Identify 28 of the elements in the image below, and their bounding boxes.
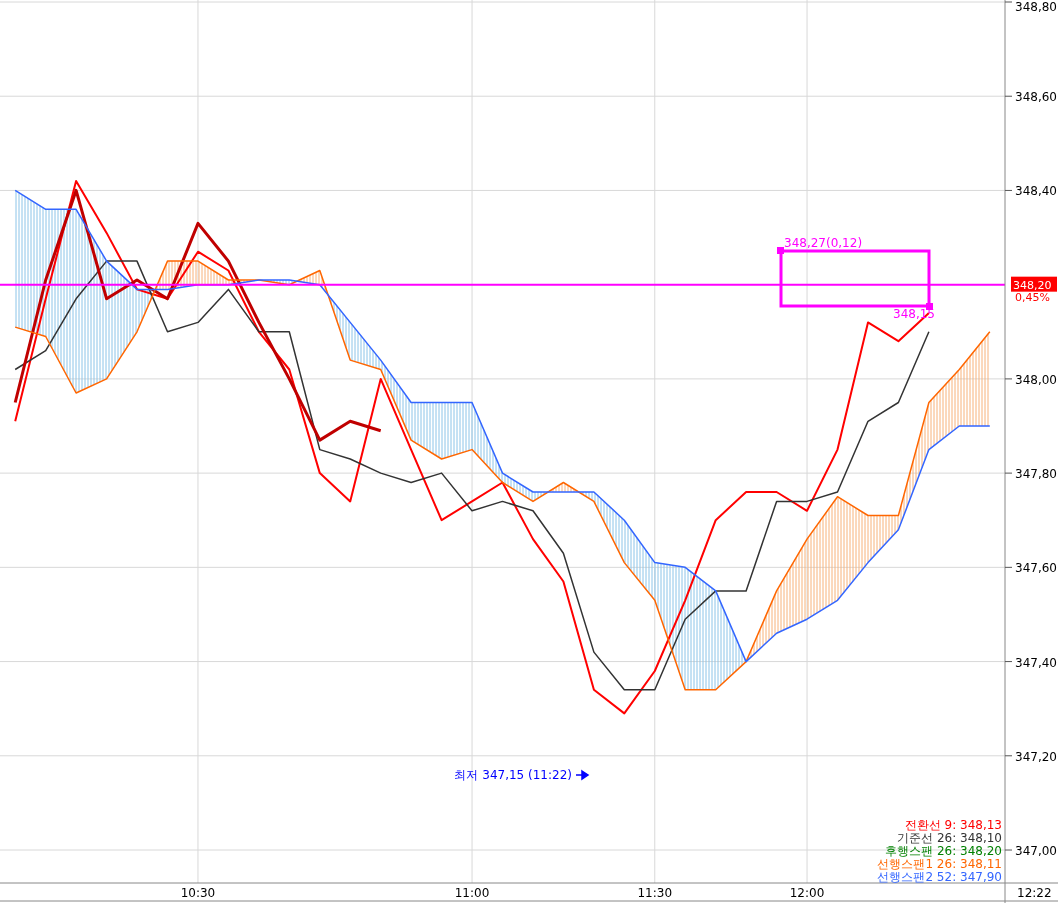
legend-entry: 기준선 26: 348,10 xyxy=(897,831,1002,845)
legend-entry: 선행스팬2 52: 347,90 xyxy=(877,870,1002,884)
y-axis-label: 347,00 xyxy=(1015,844,1057,858)
y-axis-label: 348,40 xyxy=(1015,184,1057,199)
y-axis-label: 347,80 xyxy=(1015,467,1057,482)
legend-entry: 후행스팬 26: 348,20 xyxy=(885,844,1002,858)
box-handle[interactable] xyxy=(926,303,933,310)
x-axis-label: 11:30 xyxy=(637,886,673,900)
range-box[interactable] xyxy=(779,249,931,308)
legend-entry: 선행스팬1 26: 348,11 xyxy=(877,857,1002,871)
range-low-label: 348,15 xyxy=(893,307,935,321)
y-axis-label: 348,60 xyxy=(1015,90,1057,105)
y-axis-label: 348,00 xyxy=(1015,372,1057,387)
arrow-icon xyxy=(575,770,590,780)
y-axis-label: 347,40 xyxy=(1015,655,1057,670)
change-percent: 0,45% xyxy=(1015,290,1050,304)
range-high-label: 348,27(0,12) xyxy=(784,236,863,250)
x-axis-label: 12:00 xyxy=(789,886,825,900)
x-axis-label: 10:30 xyxy=(180,886,216,900)
current-price-tag: 348,20 xyxy=(1011,276,1057,292)
box-handle[interactable] xyxy=(777,247,784,254)
y-axis-label: 347,60 xyxy=(1015,561,1057,576)
legend-entry: 전환선 9: 348,13 xyxy=(904,818,1002,832)
y-axis-label: 347,20 xyxy=(1015,749,1057,764)
x-axis-label: 11:00 xyxy=(454,886,490,900)
low-price-label: 최저 347,15 (11:22) xyxy=(454,768,572,782)
y-axis-label: 348,80 xyxy=(1015,0,1057,14)
current-time-label: 12:22 xyxy=(1017,886,1052,900)
